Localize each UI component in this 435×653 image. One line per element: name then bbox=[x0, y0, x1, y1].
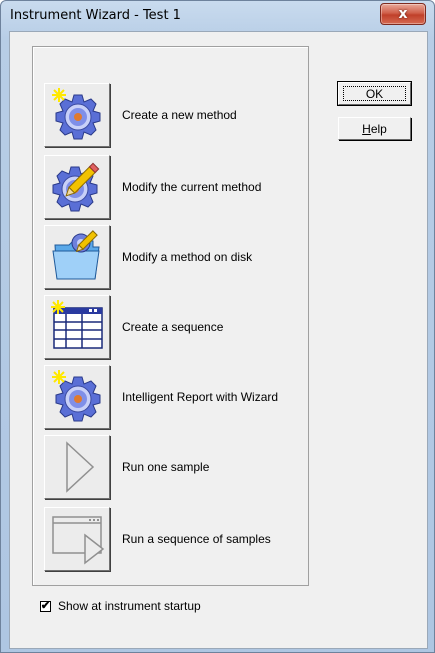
help-rest: elp bbox=[370, 121, 387, 136]
run-sequence-samples-item[interactable]: Run a sequence of samples bbox=[44, 507, 314, 571]
show-at-startup-label: Show at instrument startup bbox=[58, 599, 201, 613]
show-at-startup-checkbox[interactable]: ✔ bbox=[40, 599, 51, 612]
window-play-icon bbox=[52, 516, 105, 565]
intelligent-report-button[interactable] bbox=[44, 365, 110, 429]
run-one-sample-label: Run one sample bbox=[122, 460, 210, 474]
run-one-sample-item[interactable]: Run one sample bbox=[44, 435, 314, 499]
help-button-label: Help bbox=[362, 122, 387, 136]
show-at-startup-checkbox-row[interactable]: ✔ Show at instrument startup bbox=[40, 599, 201, 613]
modify-current-method-button[interactable] bbox=[44, 155, 110, 219]
create-new-method-label: Create a new method bbox=[122, 108, 237, 122]
close-button[interactable]: x bbox=[380, 3, 426, 25]
create-sequence-label: Create a sequence bbox=[122, 320, 224, 334]
run-sequence-samples-label: Run a sequence of samples bbox=[122, 532, 271, 546]
create-new-method-button[interactable] bbox=[44, 83, 110, 147]
modify-method-on-disk-label: Modify a method on disk bbox=[122, 250, 253, 264]
create-sequence-button[interactable] bbox=[44, 295, 110, 359]
modify-method-on-disk-item[interactable]: Modify a method on disk bbox=[44, 225, 314, 289]
help-button[interactable]: Help bbox=[338, 117, 411, 140]
close-icon: x bbox=[398, 6, 408, 22]
play-triangle-icon bbox=[66, 441, 95, 493]
gear-sparkle-icon bbox=[52, 370, 101, 422]
focus-rectangle bbox=[343, 86, 406, 101]
help-mnemonic: H bbox=[362, 121, 371, 136]
modify-current-method-item[interactable]: Modify the current method bbox=[44, 155, 314, 219]
folder-gear-icon bbox=[52, 230, 100, 280]
table-sparkle-icon bbox=[51, 300, 103, 349]
run-sequence-samples-button[interactable] bbox=[44, 507, 110, 571]
create-sequence-item[interactable]: Create a sequence bbox=[44, 295, 314, 359]
title-bar[interactable]: Instrument Wizard - Test 1 x bbox=[1, 1, 434, 31]
window-title: Instrument Wizard - Test 1 bbox=[10, 8, 181, 23]
checkmark-icon: ✔ bbox=[40, 599, 51, 612]
dialog-window: Instrument Wizard - Test 1 x Create a ne… bbox=[0, 0, 435, 653]
run-one-sample-button[interactable] bbox=[44, 435, 110, 499]
intelligent-report-item[interactable]: Intelligent Report with Wizard bbox=[44, 365, 314, 429]
modify-current-method-label: Modify the current method bbox=[122, 180, 262, 194]
gear-sparkle-icon bbox=[52, 88, 101, 140]
modify-method-on-disk-button[interactable] bbox=[44, 225, 110, 289]
intelligent-report-label: Intelligent Report with Wizard bbox=[122, 390, 279, 404]
ok-button[interactable]: OK bbox=[337, 81, 412, 106]
gear-pencil-icon bbox=[52, 162, 100, 212]
create-new-method-item[interactable]: Create a new method bbox=[44, 83, 314, 147]
